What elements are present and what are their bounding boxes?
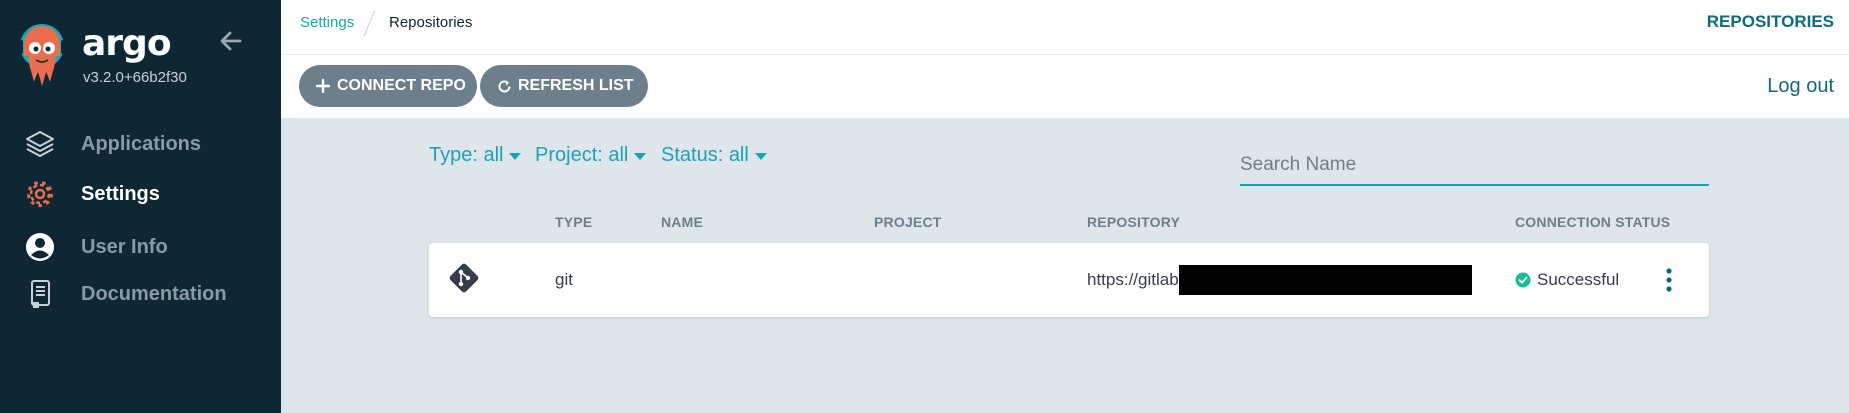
collapse-sidebar-arrow-icon[interactable] <box>218 28 244 54</box>
sidebar-item-applications[interactable]: Applications <box>0 122 281 166</box>
type-filter-dropdown[interactable]: Type: all <box>429 144 522 167</box>
brand-name: argo <box>82 23 172 64</box>
column-header-name: NAME <box>661 214 704 230</box>
plus-icon <box>315 78 331 94</box>
redacted-block <box>1179 265 1472 295</box>
column-header-connection-status: CONNECTION STATUS <box>1515 214 1671 230</box>
book-icon <box>24 278 56 310</box>
logout-link[interactable]: Log out <box>1767 75 1834 98</box>
column-header-project: PROJECT <box>874 214 942 230</box>
refresh-list-label: REFRESH LIST <box>518 77 634 94</box>
sidebar-item-label: Settings <box>81 182 160 205</box>
top-bar: Settings Repositories REPOSITORIES <box>281 0 1849 55</box>
search-name-input[interactable] <box>1240 145 1709 186</box>
table-row[interactable]: git https://gitlab Successful <box>429 243 1709 317</box>
sidebar-item-label: Documentation <box>81 282 227 305</box>
breadcrumb-current: Repositories <box>389 14 473 31</box>
sidebar-item-label: User Info <box>81 235 168 258</box>
status-filter-dropdown[interactable]: Status: all <box>661 144 768 167</box>
sidebar: argo v3.2.0+66b2f30 Applications Setting… <box>0 0 281 413</box>
caret-down-icon <box>754 152 767 160</box>
refresh-list-button[interactable]: REFRESH LIST <box>480 65 648 107</box>
connection-status: Successful <box>1515 270 1619 290</box>
sidebar-item-documentation[interactable]: Documentation <box>0 272 281 316</box>
row-repository: https://gitlab <box>1087 270 1179 289</box>
row-type: git <box>555 270 573 289</box>
layers-icon <box>24 128 56 160</box>
breadcrumb-settings-link[interactable]: Settings <box>300 14 354 31</box>
sidebar-item-user-info[interactable]: User Info <box>0 225 281 269</box>
breadcrumb-separator <box>363 9 376 37</box>
version-label: v3.2.0+66b2f30 <box>83 69 187 86</box>
project-filter-label: Project: all <box>535 144 629 166</box>
connect-repo-button[interactable]: CONNECT REPO <box>299 65 477 107</box>
user-icon <box>24 231 56 263</box>
refresh-icon <box>496 78 512 94</box>
row-actions-menu-icon[interactable] <box>1662 265 1676 295</box>
check-circle-icon <box>1515 272 1531 288</box>
column-header-type: TYPE <box>555 214 593 230</box>
toolbar: CONNECT REPO REFRESH LIST Log out <box>281 55 1849 118</box>
sidebar-item-label: Applications <box>81 132 202 155</box>
argo-logo <box>18 24 66 86</box>
gear-icon <box>24 178 56 210</box>
page-title: REPOSITORIES <box>1706 12 1834 31</box>
caret-down-icon <box>509 152 522 160</box>
connect-repo-label: CONNECT REPO <box>337 77 466 94</box>
status-filter-label: Status: all <box>661 144 749 166</box>
git-icon <box>449 263 479 293</box>
project-filter-dropdown[interactable]: Project: all <box>535 144 647 167</box>
type-filter-label: Type: all <box>429 144 504 166</box>
sidebar-item-settings[interactable]: Settings <box>0 172 281 216</box>
column-header-repository: REPOSITORY <box>1087 214 1181 230</box>
row-status: Successful <box>1537 270 1620 289</box>
caret-down-icon <box>634 152 647 160</box>
